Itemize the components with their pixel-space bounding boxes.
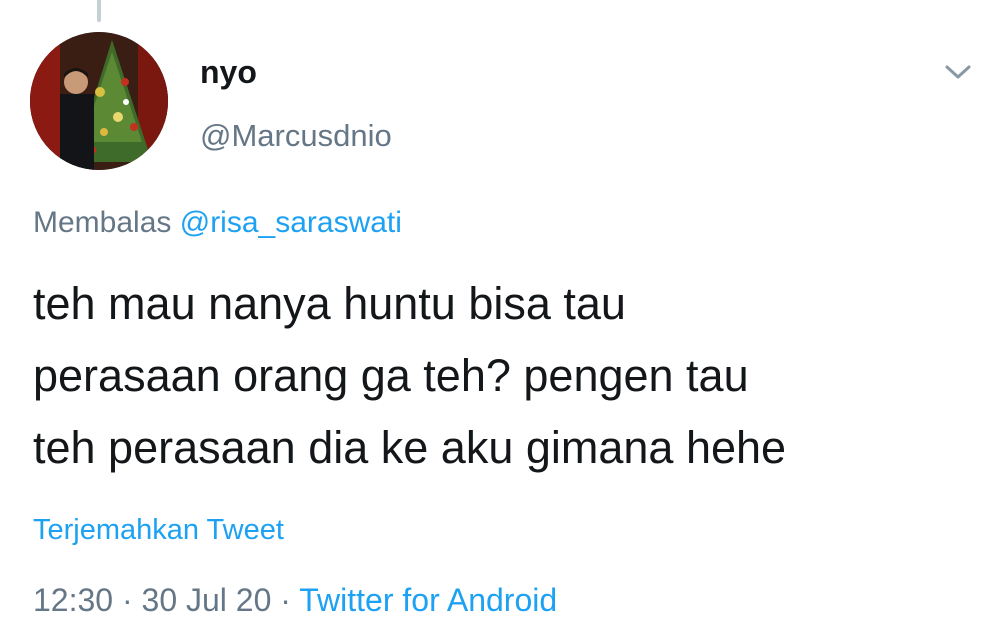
reply-mention-link[interactable]: @risa_saraswati <box>180 206 402 239</box>
tweet-text-line: teh perasaan dia ke aku gimana hehe <box>33 422 787 473</box>
reply-prefix: Membalas <box>33 206 172 239</box>
tweet-source-link[interactable]: Twitter for Android <box>299 582 557 618</box>
meta-separator: · <box>121 582 133 618</box>
avatar-image <box>30 32 168 170</box>
reply-context: Membalas @risa_saraswati <box>33 206 402 240</box>
tweet-text-line: perasaan orang ga teh? pengen tau <box>33 350 749 401</box>
chevron-down-icon[interactable] <box>938 56 978 88</box>
translate-tweet-link[interactable]: Terjemahkan Tweet <box>33 514 284 547</box>
tweet-date[interactable]: 30 Jul 20 <box>142 582 272 618</box>
display-name[interactable]: nyo <box>200 54 257 91</box>
meta-separator: · <box>280 582 291 618</box>
tweet-text-line: teh mau nanya huntu bisa tau <box>33 278 626 329</box>
avatar[interactable] <box>30 32 168 170</box>
tweet-metadata: 12:30 · 30 Jul 20 · Twitter for Android <box>33 582 557 619</box>
tweet-time[interactable]: 12:30 <box>33 582 113 618</box>
user-handle[interactable]: @Marcusdnio <box>200 118 392 154</box>
thread-connector-line <box>97 0 101 22</box>
tweet-card: nyo @Marcusdnio Membalas @risa_saraswati… <box>0 0 1000 640</box>
tweet-text: teh mau nanya huntu bisa tau perasaan or… <box>33 268 983 484</box>
